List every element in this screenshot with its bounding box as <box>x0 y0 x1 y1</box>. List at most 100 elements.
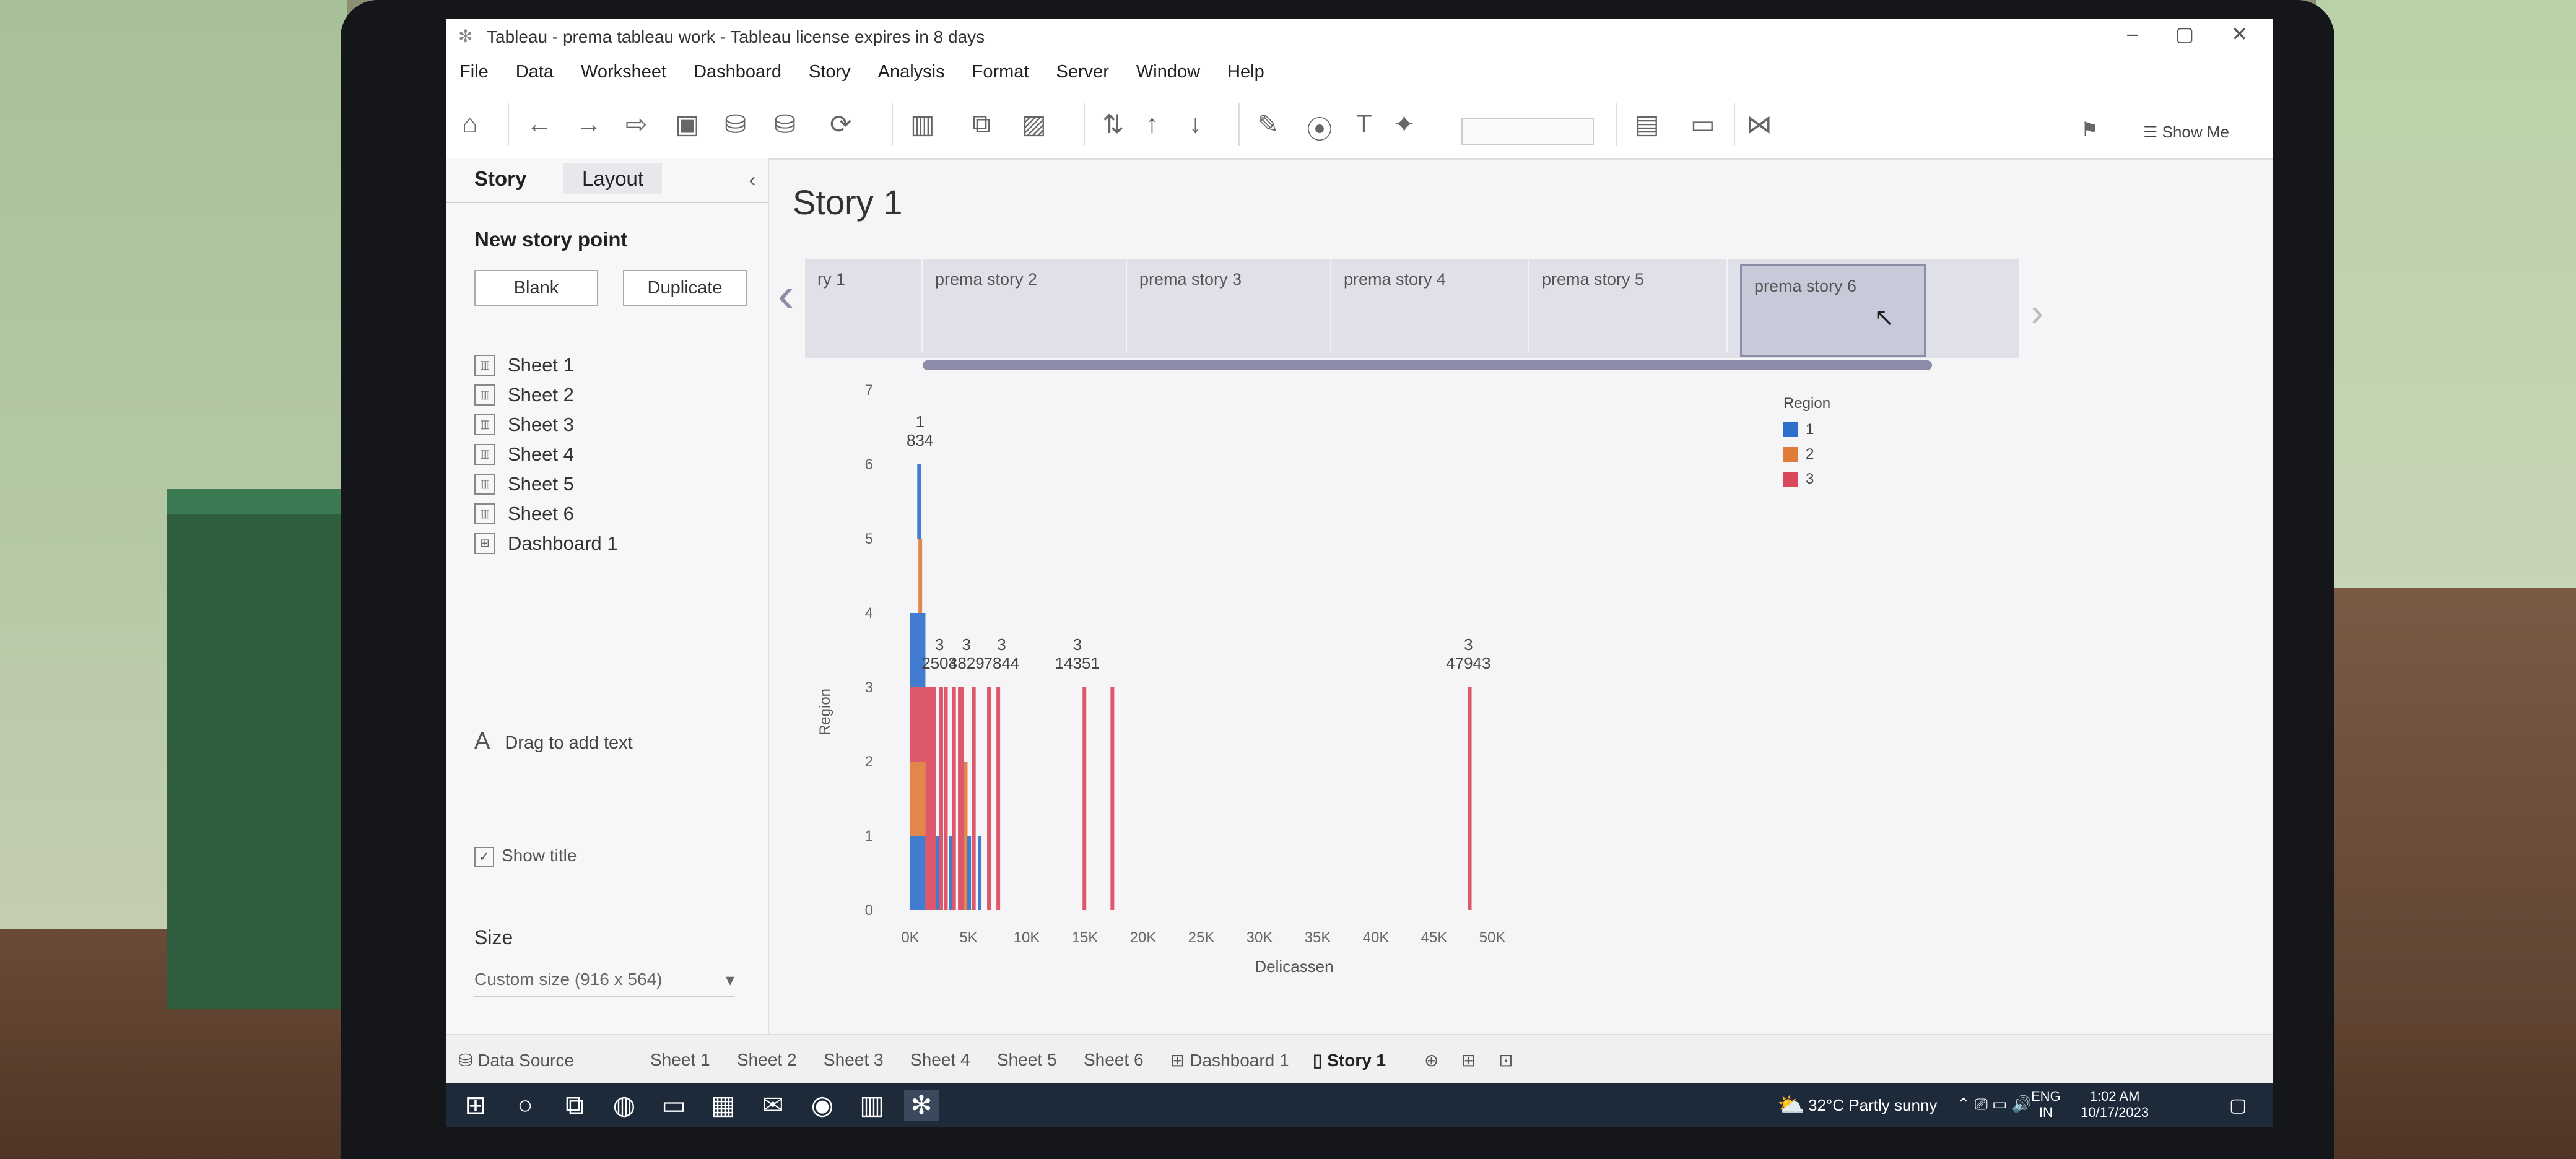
data-label-value: 14351 <box>1055 654 1100 672</box>
chart-bar <box>910 613 926 687</box>
tab-sheet-6[interactable]: Sheet 6 <box>1084 1050 1144 1070</box>
x-tick-label: 45K <box>1421 929 1448 946</box>
y-tick-label: 0 <box>865 902 873 919</box>
file-explorer-icon[interactable]: ▭ <box>656 1090 691 1121</box>
chart-bar <box>964 762 968 910</box>
y-tick-label: 3 <box>865 679 873 696</box>
legend-label: 3 <box>1806 471 1814 487</box>
data-label-value: 7844 <box>984 654 1020 672</box>
chart-bar <box>939 687 943 910</box>
data-label-value: 834 <box>907 431 933 449</box>
chart-bar <box>996 687 1001 910</box>
windows-taskbar: ⊞ ○ ⧉ ◍ ▭ ▦ ✉ ◉ ▥ ✻ ⛅ 32°C Partly sunny … <box>446 1083 2273 1127</box>
chart-bar <box>1468 687 1472 910</box>
tab-story-1[interactable]: ▯ Story 1 <box>1313 1050 1386 1070</box>
x-tick-label: 20K <box>1130 929 1157 946</box>
new-dashboard-tab-icon[interactable]: ⊞ <box>1461 1050 1476 1070</box>
tab-sheet-3[interactable]: Sheet 3 <box>824 1050 884 1070</box>
tab-sheet-2[interactable]: Sheet 2 <box>737 1050 797 1070</box>
background-table <box>2316 588 2576 1022</box>
y-tick-label: 4 <box>865 605 873 622</box>
clock[interactable]: 1:02 AM 10/17/2023 <box>2081 1088 2149 1121</box>
story-icon: ▯ <box>1313 1051 1328 1070</box>
chart-bar <box>918 539 923 613</box>
x-tick-label: 5K <box>959 929 977 946</box>
tableau-active-icon[interactable]: ✻ <box>904 1090 939 1121</box>
x-tick-label: 10K <box>1014 929 1040 946</box>
data-label-region: 1 <box>915 412 924 431</box>
chart-bar <box>917 464 921 539</box>
chart-bar <box>1082 687 1087 910</box>
data-label-region: 3 <box>935 635 944 654</box>
x-tick-label: 40K <box>1363 929 1390 946</box>
tab-story-label: Story 1 <box>1327 1051 1386 1070</box>
store-icon[interactable]: ▦ <box>706 1090 741 1121</box>
clock-date: 10/17/2023 <box>2081 1105 2149 1120</box>
tab-sheet-5[interactable]: Sheet 5 <box>997 1050 1057 1070</box>
legend-item[interactable]: 3 <box>1783 467 1830 492</box>
tab-sheet-1[interactable]: Sheet 1 <box>650 1050 710 1070</box>
y-tick-label: 2 <box>865 753 873 770</box>
tab-dashboard-label: Dashboard 1 <box>1190 1051 1289 1070</box>
language-bottom: IN <box>2039 1105 2053 1120</box>
weather-icon: ⛅ <box>1777 1092 1805 1118</box>
notification-icon[interactable]: ▢ <box>2229 1095 2247 1116</box>
windows-start-icon[interactable]: ⊞ <box>458 1090 493 1121</box>
data-label-value: 4829 <box>949 654 985 672</box>
chart-bar <box>910 687 926 762</box>
chart-bar <box>910 762 926 836</box>
tableau-taskbar-icon[interactable]: ▥ <box>855 1090 889 1121</box>
legend-item[interactable]: 2 <box>1783 442 1830 467</box>
data-source-label: Data Source <box>477 1051 574 1070</box>
x-axis-title: Delicassen <box>1255 957 1333 976</box>
system-tray-icons[interactable]: ⌃ ⎚ ▭ 🔊 <box>1957 1095 2032 1114</box>
legend-title: Region <box>1783 395 1831 412</box>
edge-browser-icon[interactable]: ◍ <box>607 1090 642 1121</box>
chart-bar <box>1110 687 1115 910</box>
legend-label: 1 <box>1806 421 1814 438</box>
background-wall-right <box>2316 0 2576 619</box>
chart-bar <box>978 836 982 910</box>
chart-bar <box>949 836 953 910</box>
data-source-tab[interactable]: ⛁ Data Source <box>458 1050 574 1070</box>
y-tick-label: 1 <box>865 828 873 844</box>
chart-bar <box>944 687 948 910</box>
database-icon: ⛁ <box>458 1051 478 1070</box>
language-top: ENG <box>2031 1088 2061 1104</box>
legend-swatch <box>1783 472 1798 487</box>
x-tick-label: 0K <box>901 929 919 946</box>
data-label-region: 3 <box>1464 635 1473 654</box>
y-tick-label: 6 <box>865 456 873 473</box>
mail-icon[interactable]: ✉ <box>755 1090 790 1121</box>
task-view-icon[interactable]: ⧉ <box>557 1090 592 1121</box>
delicassen-region-chart: 0 1 2 3 4 5 6 7 0K 5K 10K 15K 20K 25K 30K 35K 40K 45K 50K D… <box>817 382 1505 976</box>
x-tick-label: 30K <box>1247 929 1273 946</box>
language-indicator[interactable]: ENG IN <box>2031 1088 2061 1121</box>
chart-bar <box>987 687 991 910</box>
search-icon[interactable]: ○ <box>508 1090 542 1121</box>
y-tick-label: 5 <box>865 531 873 547</box>
weather-text[interactable]: 32°C Partly sunny <box>1808 1096 1937 1115</box>
x-tick-label: 15K <box>1072 929 1099 946</box>
data-label-region: 3 <box>1073 635 1082 654</box>
legend-item[interactable]: 1 <box>1783 417 1830 442</box>
clock-time: 1:02 AM <box>2089 1088 2140 1104</box>
tab-sheet-4[interactable]: Sheet 4 <box>910 1050 970 1070</box>
data-label-region: 3 <box>962 635 971 654</box>
chart-bar <box>967 836 972 910</box>
sheet-tabs-bar: ⛁ Data Source Sheet 1 Sheet 2 Sheet 3 Sh… <box>446 1034 2273 1085</box>
background-bench <box>167 489 347 1009</box>
chart-bar <box>910 836 926 910</box>
legend-swatch <box>1783 447 1798 462</box>
x-tick-label: 25K <box>1188 929 1215 946</box>
chart-bar <box>936 836 940 910</box>
chart-bar <box>925 687 936 910</box>
laptop-screen: ✻ Tableau - prema tableau work - Tableau… <box>446 19 2273 1127</box>
y-axis-title: Region <box>817 688 833 736</box>
new-worksheet-tab-icon[interactable]: ⊕ <box>1424 1050 1438 1070</box>
tab-dashboard-1[interactable]: ⊞ Dashboard 1 <box>1170 1050 1289 1070</box>
data-label-value: 47943 <box>1446 654 1490 672</box>
new-story-tab-icon[interactable]: ⊡ <box>1499 1050 1513 1070</box>
chrome-icon[interactable]: ◉ <box>805 1090 840 1121</box>
dashboard-icon: ⊞ <box>1170 1051 1190 1070</box>
